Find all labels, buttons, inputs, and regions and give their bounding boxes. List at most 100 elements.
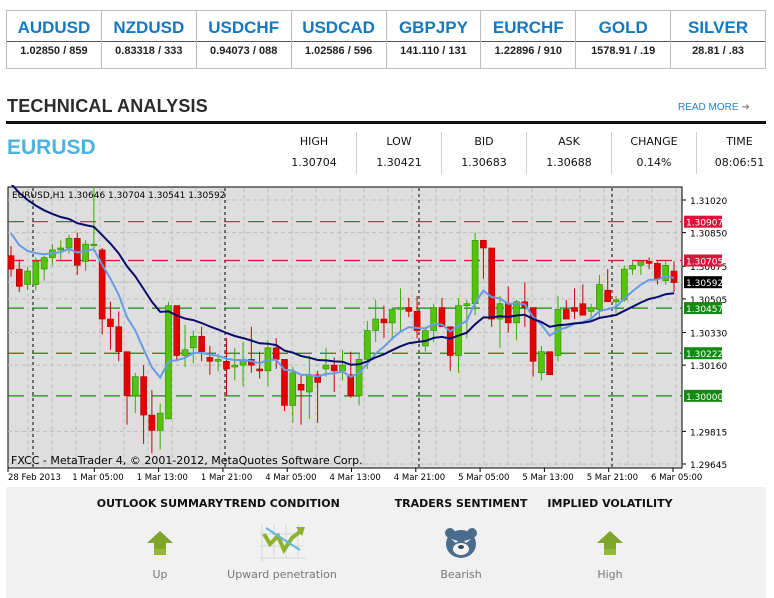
- ticker-price: 1578.91 / .19: [591, 45, 656, 57]
- candle-body: [471, 240, 479, 304]
- chart-svg[interactable]: EURUSD,H1 1.30646 1.30704 1.30541 1.3059…: [6, 182, 766, 485]
- candle-body: [662, 264, 670, 281]
- level-label: 1.30222: [686, 350, 723, 360]
- chart-title: EURUSD,H1 1.30646 1.30704 1.30541 1.3059…: [12, 191, 225, 201]
- arrow-up-icon: [597, 531, 623, 555]
- candle-body: [538, 351, 545, 374]
- ticker-item[interactable]: GBPJPY 141.110 / 131: [386, 11, 482, 68]
- instrument-pair: EURUSD: [7, 136, 96, 159]
- current-price-label: 1.30592: [686, 279, 723, 289]
- candle-body: [57, 247, 65, 251]
- candle-body: [40, 257, 48, 270]
- candle-body: [612, 299, 620, 303]
- x-tick-label: 5 Mar 21:00: [587, 473, 638, 483]
- candle-body: [289, 372, 297, 406]
- candle-body: [546, 351, 553, 376]
- candle-body: [132, 376, 139, 397]
- summary-value: Upward penetration: [227, 568, 337, 581]
- ticker-price: 1.02586 / 596: [304, 45, 373, 57]
- ticker-item[interactable]: NZDUSD 0.83318 / 333: [101, 11, 197, 68]
- ticker-symbol: NZDUSD: [101, 11, 196, 42]
- candle-body: [388, 309, 396, 324]
- candle-body: [629, 264, 636, 270]
- stat-label: BID: [474, 135, 494, 148]
- candle-body: [504, 303, 512, 324]
- ticker-item[interactable]: EURCHF 1.22896 / 910: [481, 11, 577, 68]
- arrow-up-icon: [147, 531, 173, 555]
- candle-body: [455, 305, 462, 356]
- stat-value: 0.14%: [636, 156, 672, 169]
- candle-body: [7, 255, 15, 270]
- candle-body: [231, 364, 239, 368]
- ticker-price: 0.94073 / 088: [210, 45, 278, 57]
- candle-body: [24, 270, 31, 285]
- ticker-price: 28.81 / .83: [692, 45, 745, 57]
- ticker-item[interactable]: GOLD 1578.91 / .19: [576, 11, 672, 68]
- ticker-item[interactable]: USDCHF 0.94073 / 088: [196, 11, 292, 68]
- x-tick-label: 1 Mar 13:00: [137, 473, 188, 483]
- candle-body: [256, 368, 263, 372]
- candle-body: [587, 307, 595, 312]
- plot-area: [7, 186, 683, 469]
- candle-body: [190, 336, 197, 349]
- stat-label: HIGH: [299, 135, 329, 148]
- summary-value: Bearish: [440, 568, 482, 581]
- candle-body: [430, 307, 437, 331]
- price-chart[interactable]: EURUSD,H1 1.30646 1.30704 1.30541 1.3059…: [6, 182, 766, 485]
- x-tick-label: 28 Feb 2013: [8, 473, 61, 483]
- ticker-price: 1.22896 / 910: [494, 45, 562, 57]
- stat-value: 1.30704: [291, 156, 337, 169]
- summary-heading: TRADERS SENTIMENT: [394, 497, 528, 510]
- stat-change: CHANGE 0.14%: [612, 132, 697, 174]
- y-tick-label: 1.30850: [690, 230, 727, 240]
- candle-body: [297, 384, 305, 391]
- stat-value: 1.30421: [376, 156, 422, 169]
- candle-body: [148, 414, 156, 431]
- candle-body: [422, 330, 429, 347]
- stat-value: 1.30683: [461, 156, 507, 169]
- stat-time: TIME 08:06:51: [697, 132, 774, 174]
- section-title: TECHNICAL ANALYSIS: [7, 96, 208, 116]
- summary-value: High: [597, 568, 623, 581]
- chart-watermark: FXCC - MetaTrader 4, © 2001-2012, MetaQu…: [11, 454, 363, 467]
- trend-chart-icon: [260, 524, 306, 562]
- candle-body: [181, 349, 189, 356]
- candle-body: [32, 261, 40, 285]
- summary-volatility: IMPLIED VOLATILITY High: [535, 487, 685, 583]
- ticker-symbol: USDCHF: [196, 11, 291, 42]
- candle-body: [579, 303, 587, 316]
- stat-value: 1.30688: [546, 156, 592, 169]
- candle-body: [306, 374, 313, 393]
- summary-heading: TREND CONDITION: [224, 497, 340, 510]
- ticker-item[interactable]: USDCAD 1.02586 / 596: [291, 11, 387, 68]
- candle-body: [604, 289, 612, 303]
- x-tick-label: 4 Mar 05:00: [265, 473, 316, 483]
- candle-body: [330, 364, 338, 372]
- candle-body: [272, 347, 280, 360]
- ticker-item[interactable]: SILVER 28.81 / .83: [671, 11, 765, 68]
- candle: [488, 247, 495, 327]
- y-tick-label: 1.29815: [690, 428, 727, 438]
- y-tick-label: 1.30160: [690, 362, 727, 372]
- level-label: 1.30705: [686, 257, 723, 267]
- candle-body: [596, 284, 603, 310]
- candle: [546, 351, 553, 376]
- ticker-item[interactable]: AUDUSD 1.02850 / 859: [7, 11, 102, 68]
- candle-body: [123, 351, 131, 397]
- y-tick-label: 1.30330: [690, 329, 727, 339]
- level-label: 1.30000: [686, 393, 723, 403]
- candle-body: [645, 261, 653, 264]
- stat-label: LOW: [386, 135, 412, 148]
- x-tick-label: 5 Mar 13:00: [522, 473, 573, 483]
- ticker-symbol: SILVER: [671, 11, 765, 42]
- candle-body: [513, 301, 520, 324]
- candle-body: [82, 243, 89, 262]
- ticker-bar: AUDUSD 1.02850 / 859 NZDUSD 0.83318 / 333 …: [6, 10, 766, 69]
- x-tick-label: 4 Mar 21:00: [394, 473, 445, 483]
- candle-body: [198, 336, 205, 352]
- candle-body: [339, 364, 346, 372]
- read-more-link[interactable]: READ MORE ➜: [678, 102, 750, 113]
- stat-bid: BID 1.30683: [442, 132, 527, 174]
- summary-sentiment: TRADERS SENTIMENT Bearish: [386, 487, 536, 583]
- candle-body: [380, 318, 388, 324]
